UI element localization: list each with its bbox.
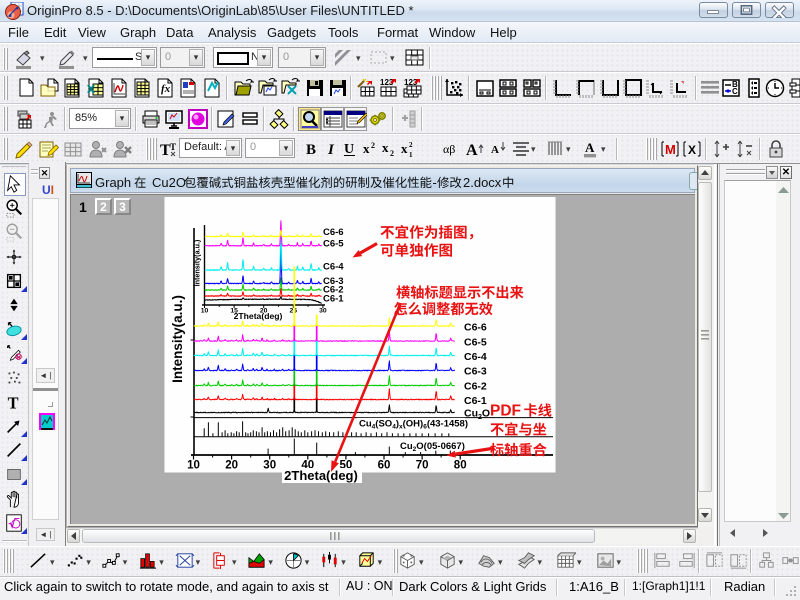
svg-text:A: A [466,142,478,159]
svg-text:x: x [382,140,389,155]
svg-text:Intensity(a.u.): Intensity(a.u.) [193,239,202,286]
svg-text:2: 2 [409,141,413,149]
svg-text:C6-4: C6-4 [323,262,344,273]
svg-text:30: 30 [263,460,276,472]
svg-text:U: U [344,142,354,157]
svg-text:20: 20 [225,460,238,472]
svg-text:Cu4(SO4)x(OH)6(43-1458): Cu4(SO4)x(OH)6(43-1458) [359,419,468,431]
svg-text:Cu2O(05-0667): Cu2O(05-0667) [400,441,465,453]
svg-text:T: T [8,393,19,412]
svg-text:70: 70 [416,460,429,472]
svg-text:fx: fx [161,83,171,95]
svg-text:2Theta(deg): 2Theta(deg) [284,468,358,483]
svg-text:A: A [491,144,499,156]
svg-text:30: 30 [319,308,327,315]
svg-text:10: 10 [187,460,200,472]
svg-text:M: M [665,142,676,157]
svg-text:Cu2O: Cu2O [464,408,490,422]
svg-text:C6-5: C6-5 [464,337,487,349]
svg-text:-: - [433,175,437,190]
svg-text:Intensity(a.u.): Intensity(a.u.) [170,295,185,383]
svg-text:2.docx: 2.docx [463,175,502,190]
svg-text:B: B [306,142,316,158]
svg-text:Cu2O: Cu2O [152,175,186,190]
svg-text:A: A [585,140,595,155]
svg-text:C6-2: C6-2 [464,381,487,393]
svg-text:C6-1: C6-1 [464,395,487,407]
svg-text:I: I [327,142,335,158]
svg-text:25: 25 [290,308,298,315]
svg-text:Graph: Graph [95,175,131,190]
svg-text:2: 2 [390,149,394,158]
svg-text:60: 60 [378,460,391,472]
svg-text:80: 80 [454,460,467,472]
svg-text:C6-1: C6-1 [323,294,344,305]
svg-text:x: x [363,141,370,156]
svg-text:X: X [688,143,696,157]
svg-text:x: x [401,141,408,156]
svg-text:PDF: PDF [490,403,521,420]
svg-text:2: 2 [371,141,375,150]
svg-text:10: 10 [201,308,209,315]
svg-text:T: T [170,142,176,152]
svg-text:C6-3: C6-3 [464,366,487,378]
svg-text:1: 1 [409,151,413,159]
svg-text:C6-6: C6-6 [323,227,344,238]
svg-text:C6-6: C6-6 [464,322,487,334]
svg-text:αβ: αβ [443,142,455,156]
svg-text:C: C [732,87,738,96]
svg-text:2Theta(deg): 2Theta(deg) [234,311,283,321]
svg-text:C6-4: C6-4 [464,351,487,363]
svg-text:C6-5: C6-5 [323,239,344,250]
